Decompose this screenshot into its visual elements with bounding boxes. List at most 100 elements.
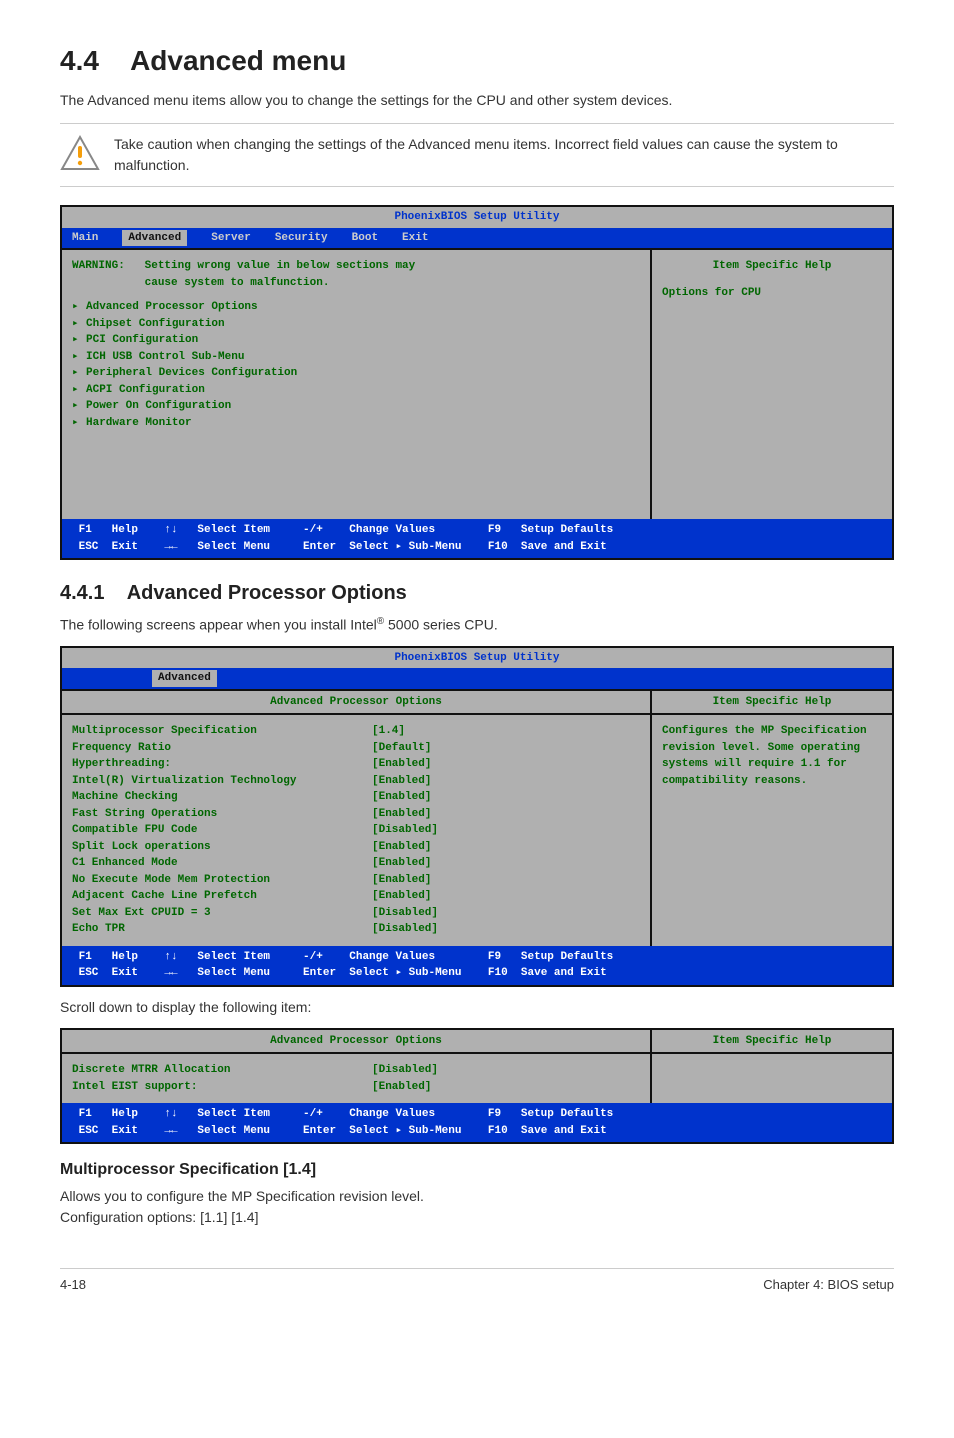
menu-advanced[interactable]: Advanced (152, 670, 217, 687)
setting-key: Fast String Operations (72, 806, 372, 823)
section-heading: 4.4.1 Advanced Processor Options (60, 578, 894, 608)
bios-title: PhoenixBIOS Setup Utility (62, 648, 892, 669)
setting-key: Machine Checking (72, 789, 372, 806)
bios-title: PhoenixBIOS Setup Utility (62, 207, 892, 228)
submenu-label: ACPI Configuration (86, 384, 205, 396)
menu-boot[interactable]: Boot (352, 230, 378, 247)
setting-value: [Enabled] (372, 839, 640, 856)
menu-main[interactable]: Main (72, 230, 98, 247)
triangle-icon: ▸ (72, 398, 86, 415)
triangle-icon: ▸ (72, 349, 86, 366)
submenu-item[interactable]: ▸ACPI Configuration (72, 382, 640, 399)
setting-row[interactable]: C1 Enhanced Mode[Enabled] (72, 855, 640, 872)
bios2-left-pane: Multiprocessor Specification[1.4]Frequen… (62, 715, 652, 946)
submenu-item[interactable]: ▸PCI Configuration (72, 332, 640, 349)
setting-key: No Execute Mode Mem Protection (72, 872, 372, 889)
setting-key: Set Max Ext CPUID = 3 (72, 905, 372, 922)
footer-line1: F1 Help ↑↓ Select Item -/+ Change Values… (72, 949, 613, 966)
setting-row[interactable]: Intel(R) Virtualization Technology[Enabl… (72, 773, 640, 790)
triangle-icon: ▸ (72, 316, 86, 333)
submenu-item[interactable]: ▸Advanced Processor Options (72, 299, 640, 316)
panel-title: Advanced Processor Options (62, 691, 652, 714)
help-body: Options for CPU (662, 285, 882, 302)
bios-menubar-single: Advanced (62, 668, 892, 689)
submenu-label: Hardware Monitor (86, 417, 192, 429)
setting-value: [Enabled] (372, 888, 640, 905)
setting-key: Adjacent Cache Line Prefetch (72, 888, 372, 905)
setting-value: [Disabled] (372, 1062, 640, 1079)
menu-security[interactable]: Security (275, 230, 328, 247)
panel-title: Advanced Processor Options (62, 1030, 652, 1053)
caution-icon (60, 134, 100, 174)
setting-row[interactable]: Discrete MTRR Allocation[Disabled] (72, 1062, 640, 1079)
footer-line2: ESC Exit →← Select Menu Enter Select ▸ S… (72, 539, 607, 556)
heading-number: 4.4 (60, 45, 99, 76)
setting-row[interactable]: Adjacent Cache Line Prefetch[Enabled] (72, 888, 640, 905)
triangle-icon: ▸ (72, 332, 86, 349)
submenu-item[interactable]: ▸Peripheral Devices Configuration (72, 365, 640, 382)
subsection-body-1: Allows you to configure the MP Specifica… (60, 1186, 894, 1207)
setting-row[interactable]: No Execute Mode Mem Protection[Enabled] (72, 872, 640, 889)
submenu-item[interactable]: ▸ICH USB Control Sub-Menu (72, 349, 640, 366)
bios-footer: F1 Help ↑↓ Select Item -/+ Change Values… (62, 946, 892, 985)
help-title: Item Specific Help (652, 691, 892, 714)
setting-value: [Enabled] (372, 773, 640, 790)
bios-screen-advanced-menu: PhoenixBIOS Setup Utility Main Advanced … (60, 205, 894, 560)
heading-title: Advanced menu (130, 45, 346, 76)
footer-line2: ESC Exit →← Select Menu Enter Select ▸ S… (72, 1123, 607, 1140)
setting-key: Hyperthreading: (72, 756, 372, 773)
setting-value: [Default] (372, 740, 640, 757)
bios3-left-pane: Discrete MTRR Allocation[Disabled]Intel … (62, 1054, 652, 1103)
section-number: 4.4.1 (60, 582, 104, 604)
setting-key: Intel(R) Virtualization Technology (72, 773, 372, 790)
submenu-item[interactable]: ▸Hardware Monitor (72, 415, 640, 432)
setting-row[interactable]: Echo TPR[Disabled] (72, 921, 640, 938)
help-body: Configures the MP Specification revision… (662, 723, 882, 789)
setting-row[interactable]: Intel EIST support:[Enabled] (72, 1079, 640, 1096)
setting-value: [Disabled] (372, 905, 640, 922)
setting-key: Compatible FPU Code (72, 822, 372, 839)
setting-value: [Enabled] (372, 1079, 640, 1096)
submenu-item[interactable]: ▸Chipset Configuration (72, 316, 640, 333)
setting-value: [Disabled] (372, 921, 640, 938)
submenu-label: ICH USB Control Sub-Menu (86, 351, 244, 363)
menu-advanced[interactable]: Advanced (122, 230, 187, 247)
submenu-label: Chipset Configuration (86, 318, 225, 330)
setting-row[interactable]: Multiprocessor Specification[1.4] (72, 723, 640, 740)
caution-text: Take caution when changing the settings … (114, 134, 894, 176)
setting-key: Frequency Ratio (72, 740, 372, 757)
setting-row[interactable]: Compatible FPU Code[Disabled] (72, 822, 640, 839)
footer-line1: F1 Help ↑↓ Select Item -/+ Change Values… (72, 1106, 613, 1123)
setting-row[interactable]: Frequency Ratio[Default] (72, 740, 640, 757)
submenu-label: Peripheral Devices Configuration (86, 367, 297, 379)
triangle-icon: ▸ (72, 382, 86, 399)
bios-menubar: Main Advanced Server Security Boot Exit (62, 228, 892, 249)
section-intro: The following screens appear when you in… (60, 614, 894, 636)
triangle-icon: ▸ (72, 299, 86, 316)
menu-server[interactable]: Server (211, 230, 251, 247)
help-title: Item Specific Help (662, 258, 882, 275)
chapter-label: Chapter 4: BIOS setup (763, 1275, 894, 1295)
setting-key: Split Lock operations (72, 839, 372, 856)
caution-box: Take caution when changing the settings … (60, 123, 894, 187)
submenu-label: Advanced Processor Options (86, 301, 258, 313)
triangle-icon: ▸ (72, 365, 86, 382)
setting-key: Discrete MTRR Allocation (72, 1062, 372, 1079)
bios1-left-pane: WARNING: Setting wrong value in below se… (62, 250, 652, 519)
setting-value: [Enabled] (372, 756, 640, 773)
setting-row[interactable]: Hyperthreading:[Enabled] (72, 756, 640, 773)
setting-row[interactable]: Fast String Operations[Enabled] (72, 806, 640, 823)
bios-screen-adv-proc-options-cont: Advanced Processor Options Item Specific… (60, 1028, 894, 1145)
bios1-warning-line2: cause system to malfunction. (72, 275, 640, 292)
setting-value: [1.4] (372, 723, 640, 740)
bios3-help-pane (652, 1054, 892, 1103)
scroll-note: Scroll down to display the following ite… (60, 997, 894, 1018)
submenu-item[interactable]: ▸Power On Configuration (72, 398, 640, 415)
setting-value: [Enabled] (372, 806, 640, 823)
menu-exit[interactable]: Exit (402, 230, 428, 247)
setting-row[interactable]: Machine Checking[Enabled] (72, 789, 640, 806)
setting-row[interactable]: Split Lock operations[Enabled] (72, 839, 640, 856)
page-heading: 4.4 Advanced menu (60, 40, 894, 82)
setting-row[interactable]: Set Max Ext CPUID = 3[Disabled] (72, 905, 640, 922)
setting-key: C1 Enhanced Mode (72, 855, 372, 872)
